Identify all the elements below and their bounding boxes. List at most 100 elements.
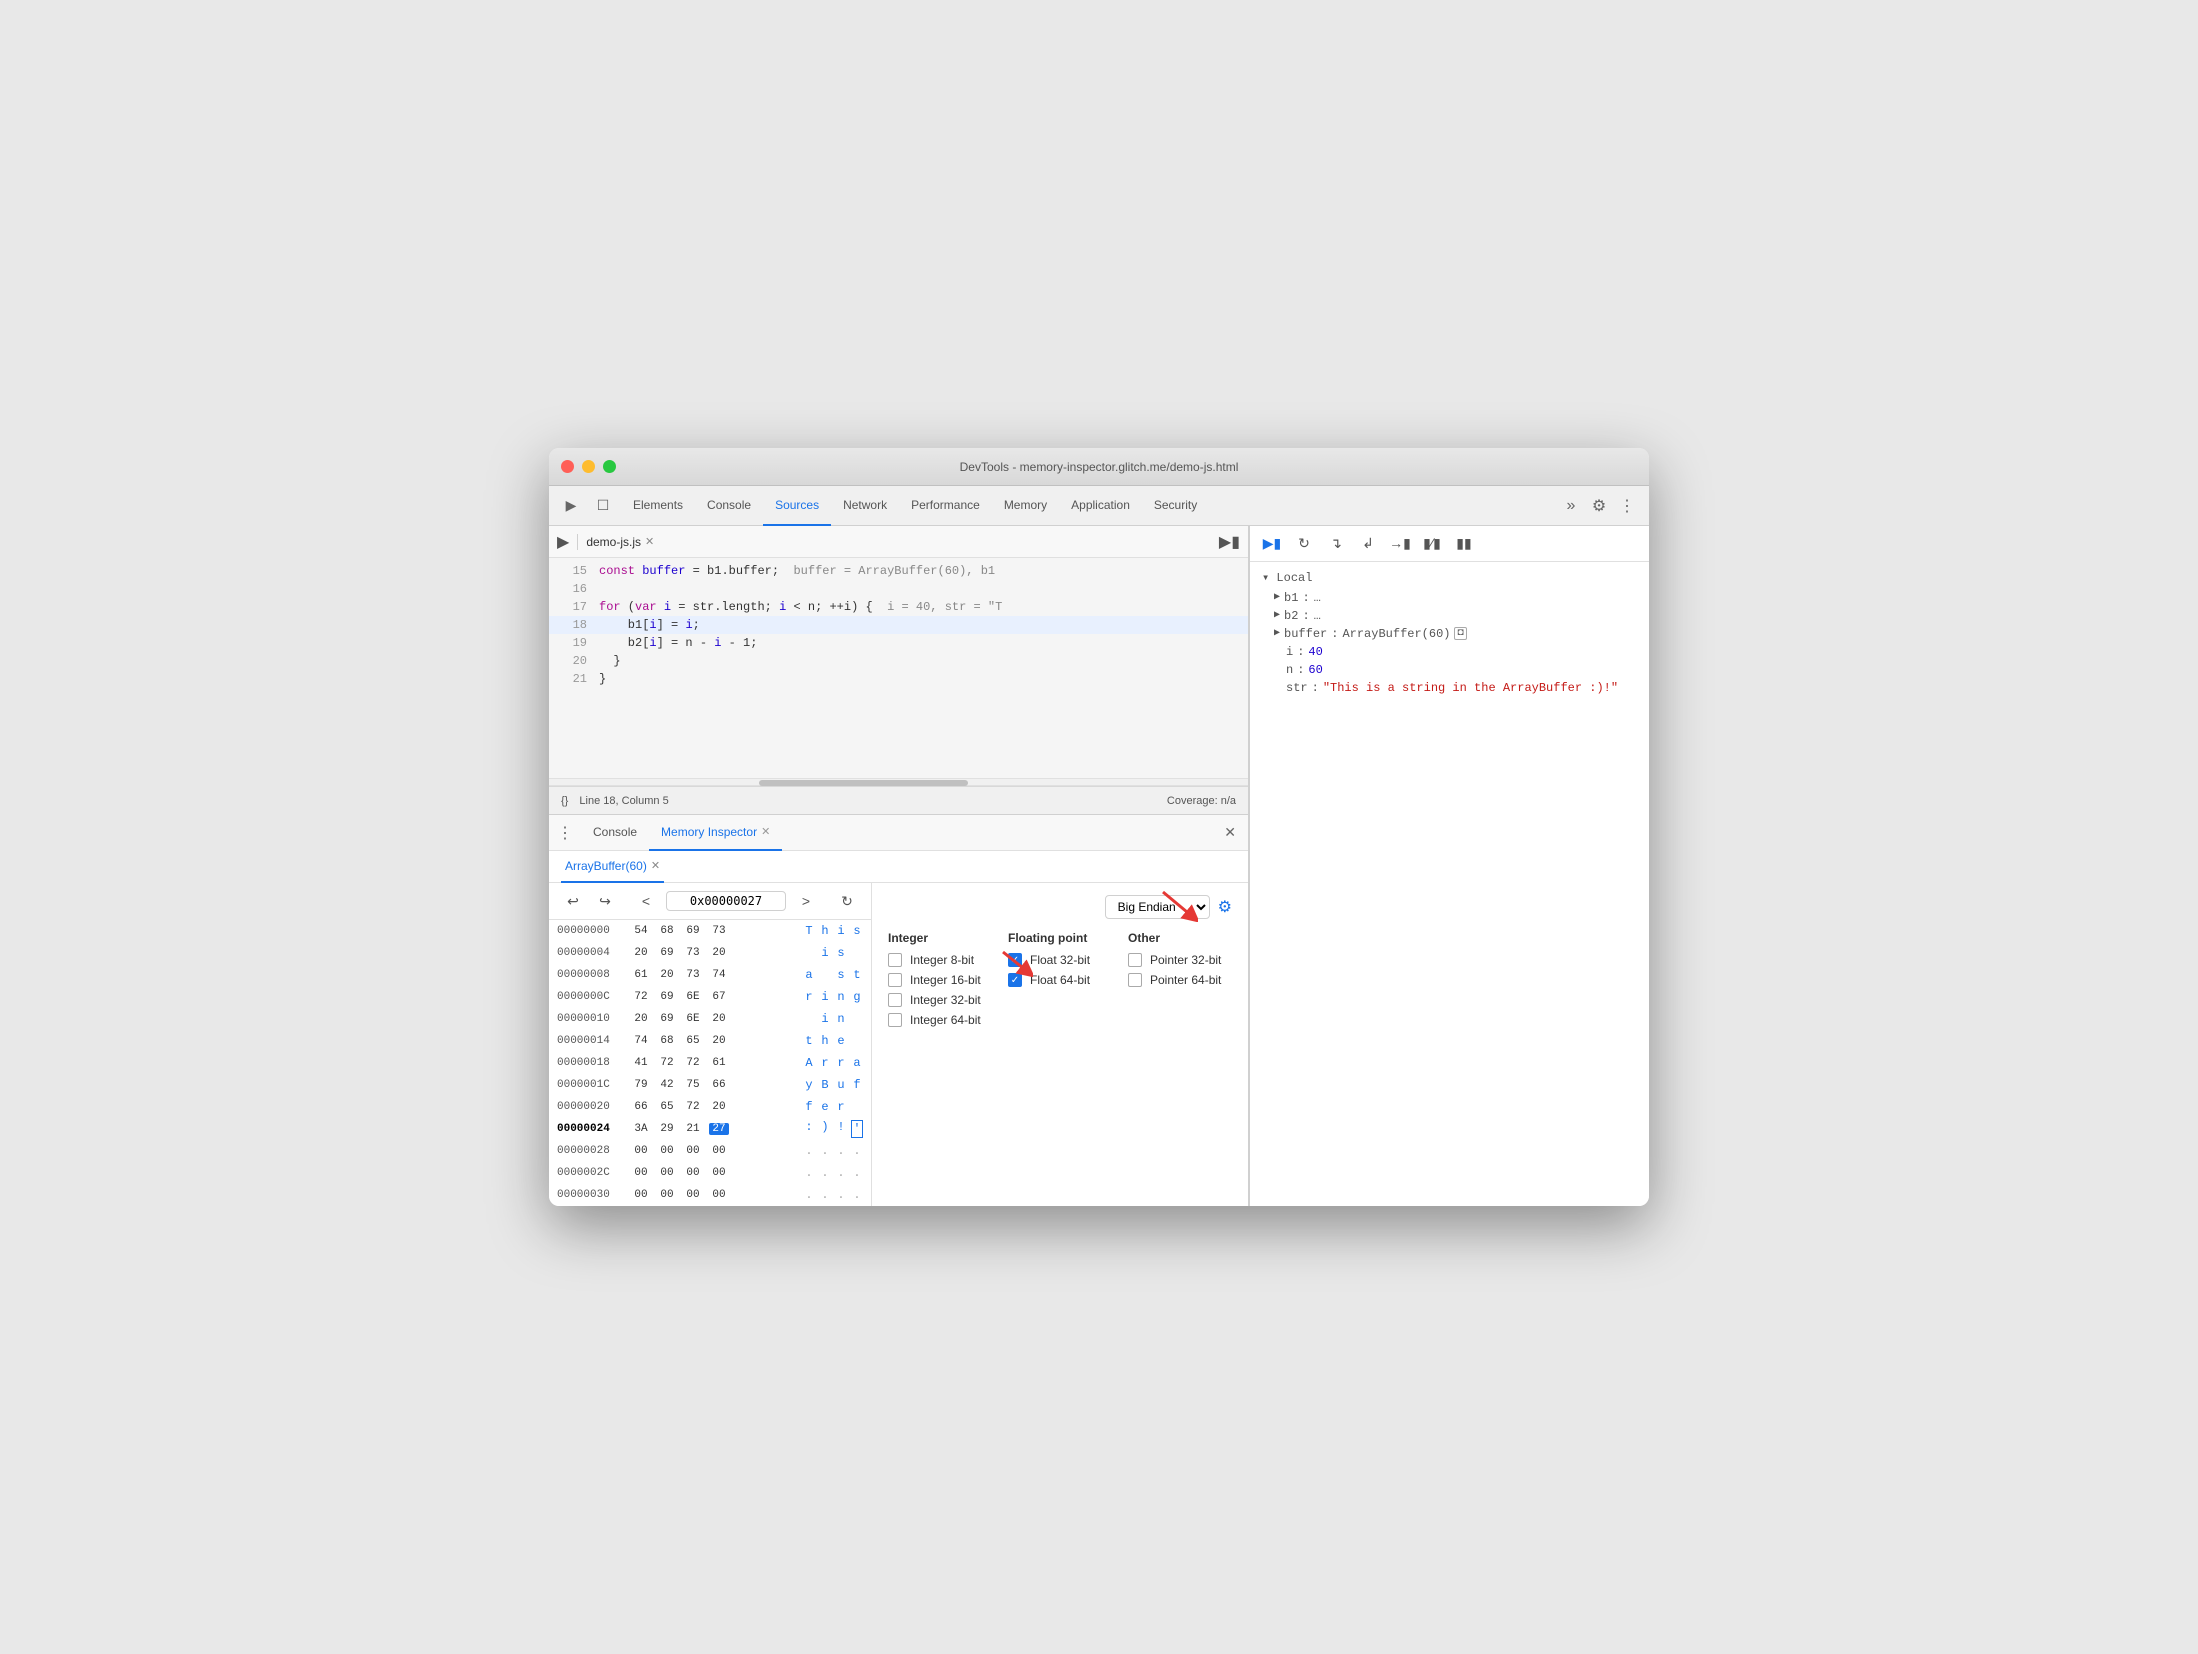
code-editor: 15 const buffer = b1.buffer; buffer = Ar… [549,558,1248,778]
tab-performance[interactable]: Performance [899,486,992,526]
hex-row-20: 00000020 66657220 fer [557,1096,863,1118]
tab-memory[interactable]: Memory [992,486,1059,526]
hex-row-8: 00000008 61207374 a st [557,964,863,986]
scope-items: ▶ b1 : … ▶ b2 : … ▶ buffer : [1262,589,1637,697]
step-into-button[interactable]: ↴ [1322,530,1350,558]
scope-item-b1: ▶ b1 : … [1274,589,1637,607]
hex-row-2c: 0000002C 00000000 .... [557,1162,863,1184]
panel-tab-console[interactable]: Console [581,815,649,851]
memory-inspector-tab-close[interactable]: ✕ [761,825,770,838]
scope-item-b2: ▶ b2 : … [1274,607,1637,625]
customize-button[interactable]: ⋮ [1613,492,1641,520]
code-line-17: 17 for (var i = str.length; i < n; ++i) … [549,598,1248,616]
arraybuffer-tabbar: ArrayBuffer(60) ✕ [549,851,1248,883]
other-col: Other Pointer 32-bit Pointer 64-bit [1128,931,1232,1033]
console-tab-label: Console [593,825,637,839]
int32-checkbox[interactable] [888,993,902,1007]
prev-address-button[interactable]: < [634,889,658,913]
ptr32-checkbox[interactable] [1128,953,1142,967]
window-title: DevTools - memory-inspector.glitch.me/de… [960,460,1239,474]
integer-header: Integer [888,931,992,945]
step-out-button[interactable]: ↲ [1354,530,1382,558]
code-line-20: 20 } [549,652,1248,670]
arraybuffer-tab-label: ArrayBuffer(60) [565,859,647,873]
ptr64-checkbox[interactable] [1128,973,1142,987]
float-header: Floating point [1008,931,1112,945]
hex-row-10: 00000010 20696E20 in [557,1008,863,1030]
more-tabs-button[interactable]: » [1557,492,1585,520]
scrollbar-thumb[interactable] [759,780,969,786]
tab-security[interactable]: Security [1142,486,1209,526]
tab-network[interactable]: Network [831,486,899,526]
cursor-icon[interactable]: ▶ [557,492,585,520]
integer-col: Integer Integer 8-bit Integer 16-bit [888,931,992,1033]
hex-row-0: 00000000 54686973 This [557,920,863,942]
tab-elements[interactable]: Elements [621,486,695,526]
type-item-int8: Integer 8-bit [888,953,992,967]
sources-run-icon[interactable]: ▶ [557,532,569,552]
close-button[interactable] [561,460,574,473]
int32-label: Integer 32-bit [910,993,981,1007]
file-tab-label: demo-js.js [586,535,641,549]
hex-row-4: 00000004 20697320 is [557,942,863,964]
memory-icon[interactable]: ◘ [1454,627,1466,640]
debugger-toolbar: ▶▮ ↻ ↴ ↲ →▮ ▮∕▮ ▮▮ [1250,526,1649,562]
undo-button[interactable]: ↩ [561,889,585,913]
type-item-ptr32: Pointer 32-bit [1128,953,1232,967]
scope-item-str: str : "This is a string in the ArrayBuff… [1274,679,1637,697]
tab-console[interactable]: Console [695,486,763,526]
arraybuffer-tab-close[interactable]: ✕ [651,859,660,872]
redo-button[interactable]: ↪ [593,889,617,913]
code-line-18: 18 b1[i] = i; [549,616,1248,634]
devtools-body: ▶ demo-js.js ✕ ▶▮ 15 const buffer = b1.b… [549,526,1649,1206]
coverage-status: Coverage: n/a [1167,795,1236,807]
left-panel: ▶ demo-js.js ✕ ▶▮ 15 const buffer = b1.b… [549,526,1249,1206]
ptr64-label: Pointer 64-bit [1150,973,1221,987]
int64-checkbox[interactable] [888,1013,902,1027]
int8-label: Integer 8-bit [910,953,974,967]
step-button[interactable]: →▮ [1386,530,1414,558]
address-input[interactable] [666,891,786,911]
line-col-status: Line 18, Column 5 [579,795,668,807]
red-arrow-annotation-1 [1158,887,1198,927]
next-address-button[interactable]: > [794,889,818,913]
tab-sources[interactable]: Sources [763,486,831,526]
type-settings-gear[interactable]: ⚙ [1218,897,1232,917]
file-tab-close[interactable]: ✕ [645,535,654,548]
maximize-button[interactable] [603,460,616,473]
arraybuffer-tab[interactable]: ArrayBuffer(60) ✕ [561,851,664,883]
hex-row-14: 00000014 74686520 the [557,1030,863,1052]
panel-tab-memory-inspector[interactable]: Memory Inspector ✕ [649,815,782,851]
device-icon[interactable]: ☐ [589,492,617,520]
type-panel: Big Endian Little Endian ⚙ Integer [872,883,1248,1206]
status-bar: {} Line 18, Column 5 Coverage: n/a [549,786,1248,814]
pause-on-exception-button[interactable]: ▮▮ [1450,530,1478,558]
settings-button[interactable]: ⚙ [1585,492,1613,520]
code-line-15: 15 const buffer = b1.buffer; buffer = Ar… [549,562,1248,580]
float64-label: Float 64-bit [1030,973,1090,987]
int16-checkbox[interactable] [888,973,902,987]
minimize-button[interactable] [582,460,595,473]
hex-row-1c: 0000001C 79427566 yBuf [557,1074,863,1096]
step-over-button[interactable]: ↻ [1290,530,1318,558]
close-panel-button[interactable]: ✕ [1220,820,1240,845]
int8-checkbox[interactable] [888,953,902,967]
memory-inspector-tab-label: Memory Inspector [661,825,757,839]
scope-item-buffer: ▶ buffer : ArrayBuffer(60) ◘ [1274,625,1637,643]
resume-button[interactable]: ▶▮ [1258,530,1286,558]
hex-rows: 00000000 54686973 This 00000004 [549,920,871,1206]
hex-row-18: 00000018 41727261 Arra [557,1052,863,1074]
scope-item-n: n : 60 [1274,661,1637,679]
type-sections: Integer Integer 8-bit Integer 16-bit [888,931,1232,1033]
refresh-button[interactable]: ↻ [835,889,859,913]
red-arrow-annotation-2 [998,947,1033,982]
horizontal-scrollbar[interactable] [549,778,1248,786]
deactivate-breakpoints-button[interactable]: ▮∕▮ [1418,530,1446,558]
file-tab[interactable]: demo-js.js ✕ [586,535,654,549]
tab-application[interactable]: Application [1059,486,1142,526]
devtools-window: DevTools - memory-inspector.glitch.me/de… [549,448,1649,1206]
panel-more-icon[interactable]: ⋮ [557,823,573,843]
sources-format-icon[interactable]: ▶▮ [1219,532,1240,552]
panel-tabs-bar: ⋮ Console Memory Inspector ✕ ✕ [549,815,1248,851]
window-controls [561,460,616,473]
